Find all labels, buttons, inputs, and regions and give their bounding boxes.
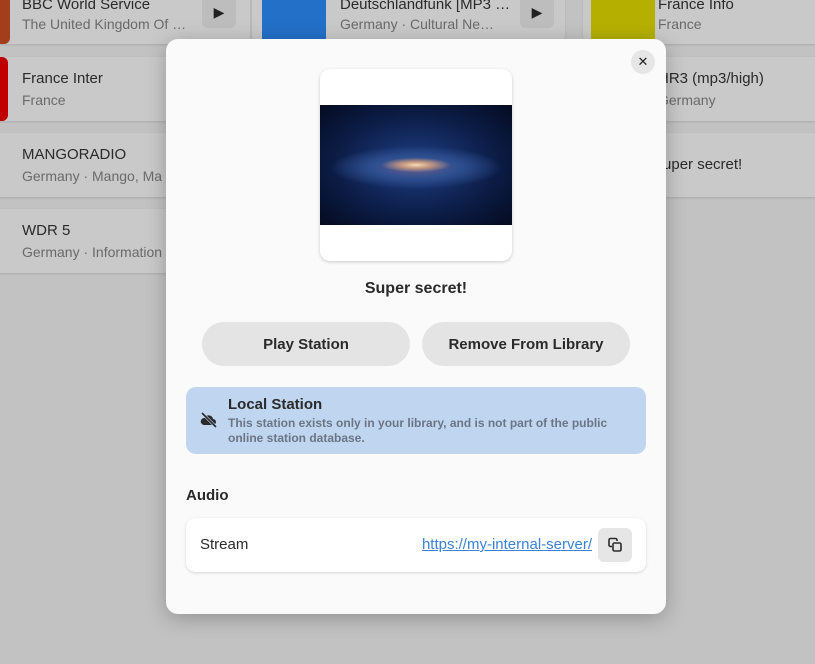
close-icon: ✕	[637, 54, 649, 69]
banner-description: This station exists only in your library…	[228, 416, 608, 445]
copy-icon	[608, 537, 622, 552]
station-subtitle: Germany · Mango, Ma	[22, 168, 163, 184]
copy-button[interactable]	[598, 528, 632, 562]
station-subtitle: The United Kingdom Of …	[22, 16, 187, 32]
play-station-button[interactable]: Play Station	[202, 322, 410, 366]
local-station-banner: Local Station This station exists only i…	[186, 387, 646, 454]
station-artwork	[320, 69, 512, 261]
stream-row: Stream https://my-internal-server/	[186, 518, 646, 572]
station-logo	[0, 0, 10, 44]
station-subtitle: France	[658, 16, 702, 32]
station-title: France Inter	[22, 70, 103, 87]
station-logo	[0, 57, 8, 121]
stream-url-link[interactable]: https://my-internal-server/	[422, 536, 592, 553]
station-title: WDR 5	[22, 222, 71, 239]
station-card-france-info[interactable]: France Info France	[583, 0, 815, 44]
station-title: Super secret!	[653, 156, 743, 173]
station-title: BBC World Service	[22, 0, 151, 13]
cloud-disabled-icon	[200, 411, 218, 429]
play-button[interactable]: ▶	[520, 0, 554, 28]
station-title: Deutschlandfunk [MP3 …	[340, 0, 511, 13]
station-subtitle: Germany	[658, 92, 716, 108]
banner-title: Local Station	[228, 396, 323, 413]
station-card-deutschlandfunk[interactable]: Deutschlandfunk [MP3 … Germany · Cultura…	[252, 0, 565, 44]
galaxy-image	[320, 105, 512, 225]
play-button[interactable]: ▶	[202, 0, 236, 28]
station-title: France Info	[658, 0, 734, 13]
station-card-bbc[interactable]: BBC World Service The United Kingdom Of …	[0, 0, 250, 44]
station-title: MANGORADIO	[22, 146, 127, 163]
station-subtitle: Germany · Information	[22, 244, 163, 260]
station-subtitle: Germany · Cultural Ne…	[340, 16, 495, 32]
station-name: Super secret!	[364, 280, 468, 297]
audio-section-heading: Audio	[186, 487, 229, 504]
stream-label: Stream	[200, 536, 249, 553]
station-logo	[591, 0, 655, 44]
remove-from-library-button[interactable]: Remove From Library	[422, 322, 630, 366]
close-button[interactable]: ✕	[631, 50, 655, 74]
station-subtitle: France	[22, 92, 66, 108]
station-title: HR3 (mp3/high)	[658, 70, 764, 87]
station-logo	[262, 0, 326, 44]
station-detail-dialog: ✕ Super secret! Play Station Remove From…	[166, 39, 666, 614]
